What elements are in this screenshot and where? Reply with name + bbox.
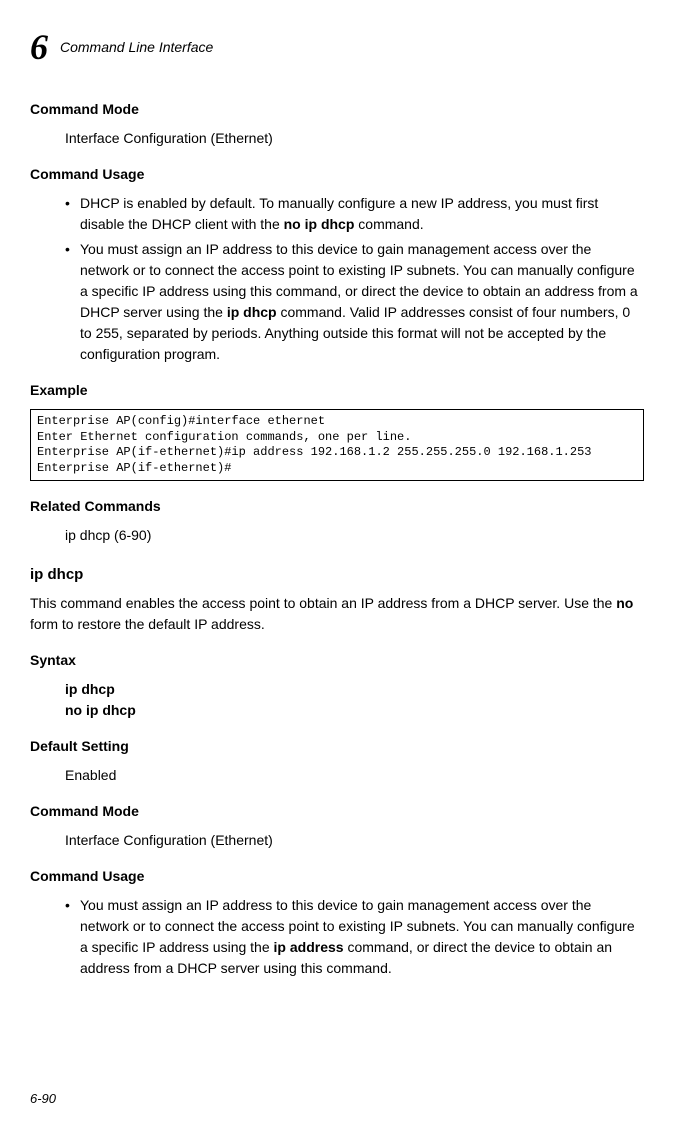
example-code: Enterprise AP(config)#interface ethernet… (30, 409, 644, 481)
bullet1-post: command. (354, 216, 423, 232)
bullet1b-bold: ip address (274, 939, 344, 955)
page-number: 6-90 (30, 1089, 56, 1109)
bullet2-bold: ip dhcp (227, 304, 277, 320)
syntax-line2: no ip dhcp (65, 700, 644, 721)
header-row: 6 Command Line Interface (30, 20, 644, 74)
command-mode-text-2: Interface Configuration (Ethernet) (65, 830, 644, 851)
command-mode-text: Interface Configuration (Ethernet) (65, 128, 644, 149)
command-mode-heading: Command Mode (30, 99, 644, 120)
desc-bold: no (616, 595, 633, 611)
command-usage-heading: Command Usage (30, 164, 644, 185)
command-name: ip dhcp (30, 564, 644, 587)
default-setting-text: Enabled (65, 765, 644, 786)
related-commands-heading: Related Commands (30, 496, 644, 517)
command-mode-heading-2: Command Mode (30, 801, 644, 822)
example-heading: Example (30, 380, 644, 401)
desc-pre: This command enables the access point to… (30, 595, 616, 611)
syntax-block: ip dhcp no ip dhcp (65, 679, 644, 721)
usage-bullet-1-b: You must assign an IP address to this de… (65, 895, 644, 979)
command-usage-heading-2: Command Usage (30, 866, 644, 887)
usage-bullet-2: You must assign an IP address to this de… (65, 239, 644, 365)
command-description: This command enables the access point to… (30, 593, 644, 635)
related-commands-text: ip dhcp (6-90) (65, 525, 644, 546)
usage-bullet-1: DHCP is enabled by default. To manually … (65, 193, 644, 235)
chapter-number: 6 (30, 20, 48, 74)
default-setting-heading: Default Setting (30, 736, 644, 757)
desc-post: form to restore the default IP address. (30, 616, 265, 632)
syntax-heading: Syntax (30, 650, 644, 671)
bullet1-bold: no ip dhcp (284, 216, 355, 232)
syntax-line1: ip dhcp (65, 679, 644, 700)
chapter-title: Command Line Interface (60, 37, 213, 58)
